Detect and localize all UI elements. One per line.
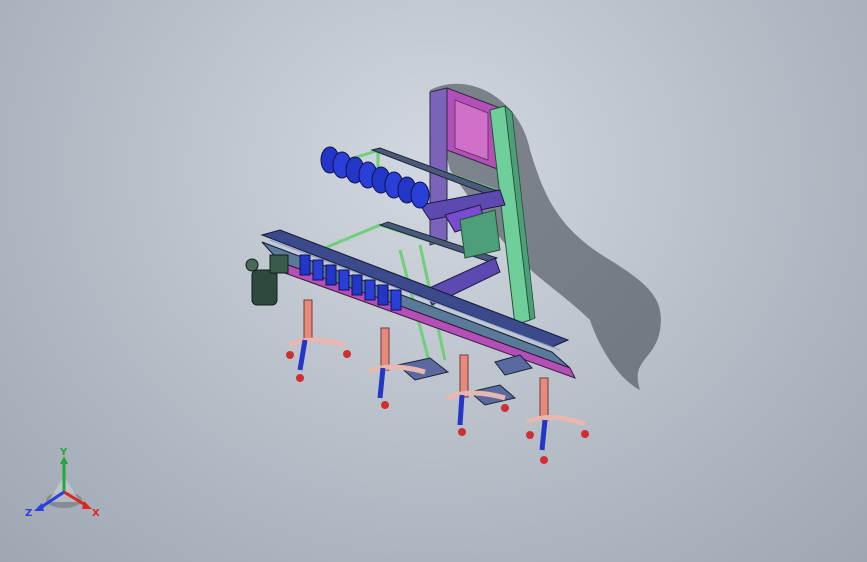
support-leg-2[interactable] bbox=[366, 327, 426, 409]
cad-model-view[interactable] bbox=[0, 0, 867, 562]
triad-z-label: Z bbox=[25, 508, 32, 519]
upper-roller-array[interactable] bbox=[320, 146, 430, 209]
graphics-viewport[interactable]: Y X Z bbox=[0, 0, 867, 562]
reference-triad: Y X Z bbox=[25, 447, 100, 519]
support-leg-1[interactable] bbox=[286, 299, 351, 382]
drive-motor[interactable] bbox=[245, 254, 289, 306]
triad-x-label: X bbox=[92, 508, 100, 519]
support-leg-4[interactable] bbox=[526, 377, 589, 464]
triad-z-arrow-icon bbox=[34, 503, 44, 511]
triad-y-label: Y bbox=[59, 447, 68, 458]
